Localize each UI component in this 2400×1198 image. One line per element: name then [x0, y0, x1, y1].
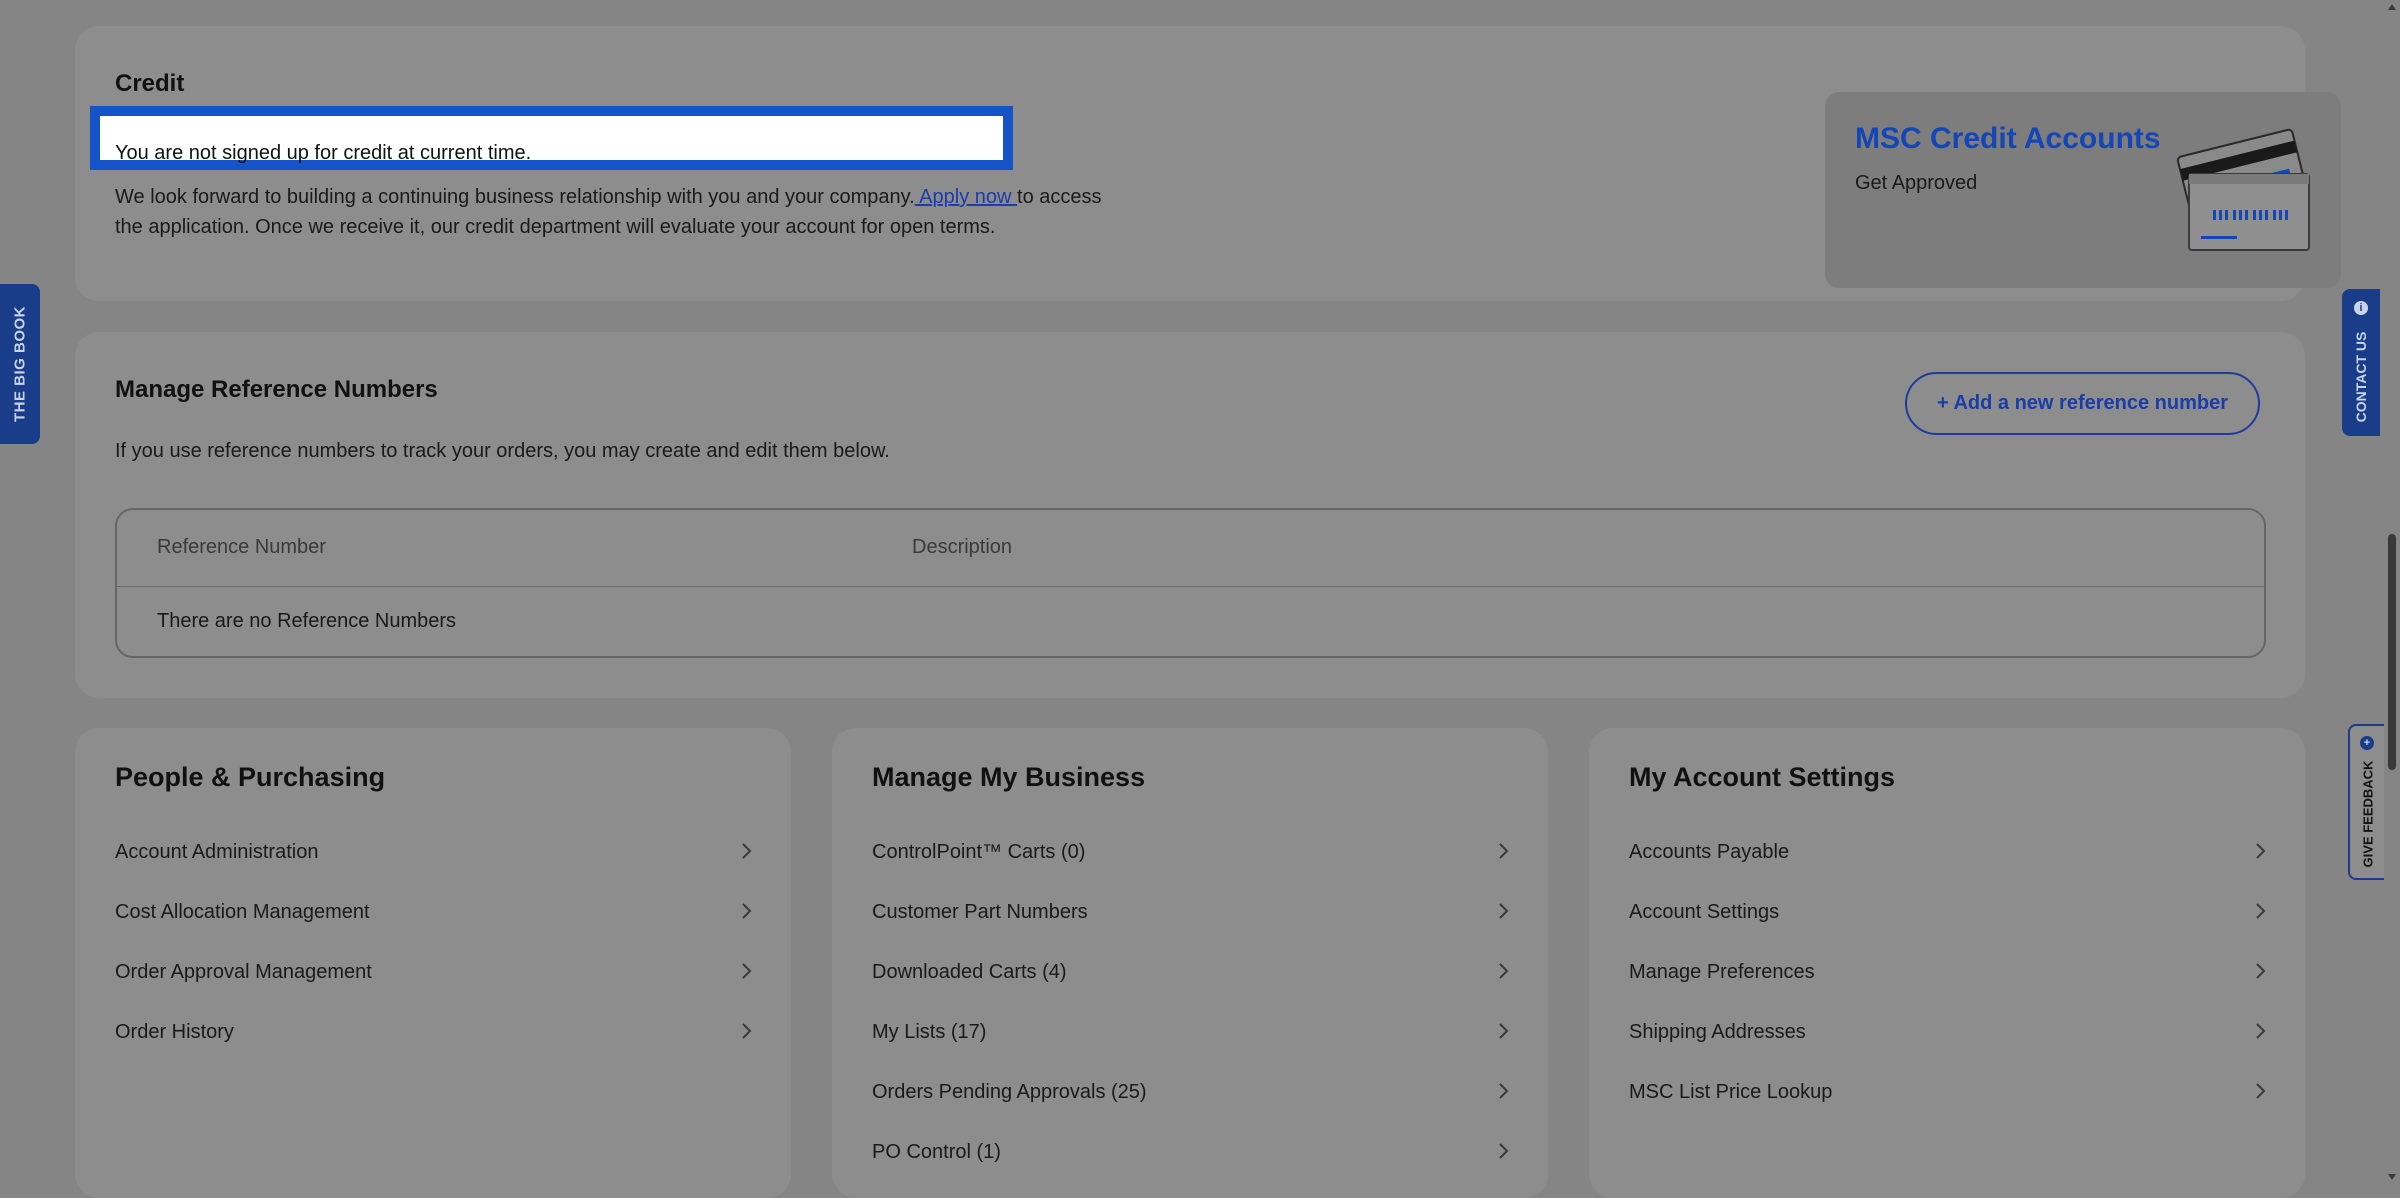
link-downloaded-carts[interactable]: Downloaded Carts (4)	[872, 952, 1514, 992]
link-label: Order History	[115, 1021, 234, 1043]
chevron-right-icon	[2256, 963, 2266, 979]
link-label: PO Control (1)	[872, 1141, 1001, 1163]
credit-body-text-after: to access	[1017, 186, 1102, 208]
chevron-right-icon	[1499, 843, 1509, 859]
link-order-approval[interactable]: Order Approval Management	[115, 952, 757, 992]
reference-table: Reference Number Description There are n…	[115, 508, 2266, 658]
link-po-control[interactable]: PO Control (1)	[872, 1132, 1514, 1172]
link-label: Account Administration	[115, 841, 319, 863]
section-title: My Account Settings	[1629, 762, 1896, 792]
big-book-label: THE BIG BOOK	[11, 305, 29, 423]
credit-body-line2: the application. Once we receive it, our…	[115, 216, 996, 238]
link-cost-allocation[interactable]: Cost Allocation Management	[115, 892, 757, 932]
chevron-right-icon	[1499, 1143, 1509, 1159]
page-scrollbar[interactable]	[2384, 0, 2400, 1185]
link-label: ControlPoint™ Carts (0)	[872, 841, 1086, 863]
chevron-right-icon	[742, 843, 752, 859]
chevron-right-icon	[2256, 843, 2266, 859]
reference-description: If you use reference numbers to track yo…	[115, 440, 890, 462]
link-label: Order Approval Management	[115, 961, 372, 983]
column-header-reference-number[interactable]: Reference Number	[157, 536, 326, 559]
link-label: Manage Preferences	[1629, 961, 1815, 983]
link-label: Downloaded Carts (4)	[872, 961, 1067, 983]
chevron-right-icon	[1499, 1083, 1509, 1099]
link-accounts-payable[interactable]: Accounts Payable	[1629, 832, 2271, 872]
link-msc-list-price-lookup[interactable]: MSC List Price Lookup	[1629, 1072, 2271, 1112]
link-label: Shipping Addresses	[1629, 1021, 1806, 1043]
credit-card-illustration-icon	[2176, 128, 2310, 251]
scroll-down-arrow-icon[interactable]	[2387, 1172, 2397, 1182]
link-label: Accounts Payable	[1629, 841, 1790, 863]
link-label: Cost Allocation Management	[115, 901, 370, 923]
promo-title[interactable]: MSC Credit Accounts	[1855, 122, 2161, 156]
plus-icon: +	[2360, 736, 2374, 750]
link-account-settings[interactable]: Account Settings	[1629, 892, 2271, 932]
link-order-history[interactable]: Order History	[115, 1012, 757, 1052]
link-orders-pending-approvals[interactable]: Orders Pending Approvals (25)	[872, 1072, 1514, 1112]
add-reference-number-button[interactable]: + Add a new reference number	[1905, 372, 2260, 435]
my-account-settings-card: My Account Settings Accounts Payable Acc…	[1589, 728, 2305, 1198]
link-label: Orders Pending Approvals (25)	[872, 1081, 1147, 1103]
credit-body-text: We look forward to building a continuing…	[115, 186, 915, 208]
link-shipping-addresses[interactable]: Shipping Addresses	[1629, 1012, 2271, 1052]
link-label: My Lists (17)	[872, 1021, 987, 1043]
contact-us-label: CONTACT US	[2353, 331, 2369, 423]
credit-body-line1: We look forward to building a continuing…	[115, 186, 1102, 209]
chevron-right-icon	[2256, 903, 2266, 919]
manage-my-business-card: Manage My Business ControlPoint™ Carts (…	[832, 728, 1548, 1198]
info-icon: i	[2354, 301, 2368, 315]
link-my-lists[interactable]: My Lists (17)	[872, 1012, 1514, 1052]
table-empty-message: There are no Reference Numbers	[157, 610, 457, 632]
column-header-description[interactable]: Description	[912, 536, 1012, 559]
chevron-right-icon	[2256, 1023, 2266, 1039]
credit-status-text: You are not signed up for credit at curr…	[115, 142, 532, 164]
section-title: People & Purchasing	[115, 762, 386, 792]
credit-title: Credit	[115, 70, 185, 97]
msc-credit-promo[interactable]: MSC Credit Accounts Get Approved	[1825, 92, 2341, 288]
chevron-right-icon	[742, 1023, 752, 1039]
give-feedback-label: GIVE FEEDBACK	[2360, 760, 2376, 868]
promo-subtitle: Get Approved	[1855, 172, 1978, 194]
contact-us-tab[interactable]: i CONTACT US	[2342, 289, 2380, 436]
credit-status-highlight: You are not signed up for credit at curr…	[90, 106, 1013, 170]
chevron-right-icon	[742, 903, 752, 919]
chevron-right-icon	[1499, 1023, 1509, 1039]
give-feedback-tab[interactable]: + GIVE FEEDBACK	[2348, 724, 2386, 880]
scroll-up-arrow-icon[interactable]	[2387, 2, 2397, 12]
scroll-thumb[interactable]	[2388, 534, 2396, 770]
table-divider	[117, 586, 2264, 587]
link-manage-preferences[interactable]: Manage Preferences	[1629, 952, 2271, 992]
link-customer-part-numbers[interactable]: Customer Part Numbers	[872, 892, 1514, 932]
link-account-administration[interactable]: Account Administration	[115, 832, 757, 872]
people-purchasing-card: People & Purchasing Account Administrati…	[75, 728, 791, 1198]
link-controlpoint-carts[interactable]: ControlPoint™ Carts (0)	[872, 832, 1514, 872]
link-label: MSC List Price Lookup	[1629, 1081, 1833, 1103]
link-label: Customer Part Numbers	[872, 901, 1088, 923]
chevron-right-icon	[1499, 963, 1509, 979]
link-label: Account Settings	[1629, 901, 1780, 923]
section-title: Manage My Business	[872, 762, 1146, 792]
chevron-right-icon	[2256, 1083, 2266, 1099]
apply-now-link[interactable]: Apply now	[915, 186, 1017, 208]
chevron-right-icon	[742, 963, 752, 979]
chevron-right-icon	[1499, 903, 1509, 919]
reference-title: Manage Reference Numbers	[115, 376, 438, 403]
big-book-tab[interactable]: THE BIG BOOK	[0, 284, 40, 444]
